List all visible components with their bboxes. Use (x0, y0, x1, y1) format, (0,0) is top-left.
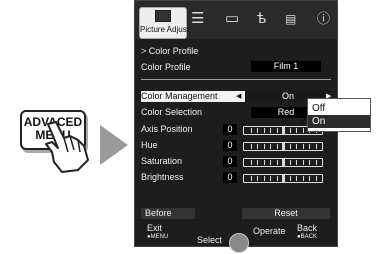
checkmark-icon: ✓ (299, 115, 309, 127)
chevron-left-icon[interactable]: ◀ (236, 91, 241, 102)
slider-center-marker (282, 127, 285, 134)
slider-tick (302, 144, 304, 149)
exit-label: Exit (147, 223, 163, 233)
slider-tick (263, 144, 265, 149)
slider-tick (309, 160, 310, 165)
select-label: Select (197, 235, 223, 245)
slider-tick (309, 144, 310, 149)
color-selection-label: Color Selection (141, 107, 203, 117)
divider (141, 79, 331, 80)
slider-tick (270, 144, 271, 149)
slider-value: 0 (223, 172, 237, 183)
installation-icon[interactable]: ѣ (257, 11, 266, 27)
slider-tick (257, 128, 258, 133)
operate-label: Operate (253, 226, 286, 236)
input-settings-icon[interactable]: ☰ (191, 11, 204, 27)
slider-tick (257, 176, 258, 181)
slider-tick (315, 160, 317, 165)
slider-tick (302, 128, 304, 133)
slider-tick (296, 176, 297, 181)
slider-tick (309, 176, 310, 181)
slider-tick (302, 160, 304, 165)
breadcrumb: > Color Profile (141, 46, 199, 56)
slider-tick (250, 144, 252, 149)
slider-row-saturation[interactable]: Saturation 0 (141, 156, 331, 167)
slider-label: Axis Position (141, 124, 193, 134)
slider-tick (263, 176, 265, 181)
slider-tick (296, 128, 297, 133)
slider-row-hue[interactable]: Hue 0 (141, 140, 331, 151)
slider-track[interactable] (243, 158, 323, 167)
color-management-row[interactable]: Color Management ◀ On ▶ (141, 91, 331, 102)
slider-tick (289, 176, 291, 181)
slider-tick (250, 128, 252, 133)
slider-tick (289, 160, 291, 165)
dropdown-option-off[interactable]: Off (308, 102, 370, 115)
info-icon[interactable]: ⓘ (317, 11, 330, 27)
slider-track[interactable] (243, 174, 323, 183)
color-profile-label: Color Profile (141, 62, 191, 72)
slider-tick (302, 176, 304, 181)
slider-tick (257, 160, 258, 165)
slider-tick (270, 176, 271, 181)
slider-tick (289, 128, 291, 133)
slider-value: 0 (223, 124, 237, 135)
exit-key-label: ●MENU (147, 234, 169, 240)
slider-tick (276, 160, 278, 165)
tab-picture-adjust[interactable]: Picture Adjust (139, 7, 189, 39)
reset-button[interactable]: Reset (242, 208, 330, 219)
function-icon[interactable]: ▤ (285, 11, 296, 27)
slider-tick (296, 160, 297, 165)
slider-value: 0 (223, 140, 237, 151)
slider-tick (263, 128, 265, 133)
slider-row-brightness[interactable]: Brightness 0 (141, 172, 331, 183)
slider-tick (257, 144, 258, 149)
pointing-hand-icon (45, 121, 89, 173)
slider-tick (296, 144, 297, 149)
slider-tick (263, 160, 265, 165)
before-button[interactable]: Before (141, 208, 195, 219)
tab-picture-adjust-label: Picture Adjust (140, 25, 189, 34)
color-management-label: Color Management (141, 91, 218, 101)
picture-icon (155, 10, 171, 22)
slider-tick (250, 176, 252, 181)
color-profile-row[interactable]: Color Profile Film 1 (141, 61, 331, 73)
slider-tick (276, 144, 278, 149)
slider-center-marker (282, 143, 285, 150)
slider-tick (270, 128, 271, 133)
slider-center-marker (282, 175, 285, 182)
slider-label: Brightness (141, 172, 184, 182)
dropdown-option-on-label: On (312, 116, 326, 127)
color-management-dropdown: Off On ✓ (299, 98, 371, 132)
color-profile-value[interactable]: Film 1 (251, 61, 321, 72)
back-label: Back (297, 223, 318, 233)
dropdown-option-on[interactable]: On (308, 115, 370, 128)
slider-value: 0 (223, 156, 237, 167)
display-icon[interactable]: ▭ (225, 11, 239, 27)
back-key-label: ●BACK (297, 234, 317, 240)
arrow-right-icon (100, 125, 128, 165)
slider-tick (276, 128, 278, 133)
slider-label: Hue (141, 140, 158, 150)
slider-tick (315, 144, 317, 149)
navigation-dial-icon (229, 233, 249, 253)
slider-tick (289, 144, 291, 149)
slider-tick (250, 160, 252, 165)
slider-tick (276, 176, 278, 181)
tab-bar: Picture Adjust ☰ ▭ ѣ ▤ ⓘ (135, 1, 337, 39)
slider-tick (270, 160, 271, 165)
slider-track[interactable] (243, 142, 323, 151)
slider-tick (315, 176, 317, 181)
slider-center-marker (282, 159, 285, 166)
slider-label: Saturation (141, 156, 183, 166)
